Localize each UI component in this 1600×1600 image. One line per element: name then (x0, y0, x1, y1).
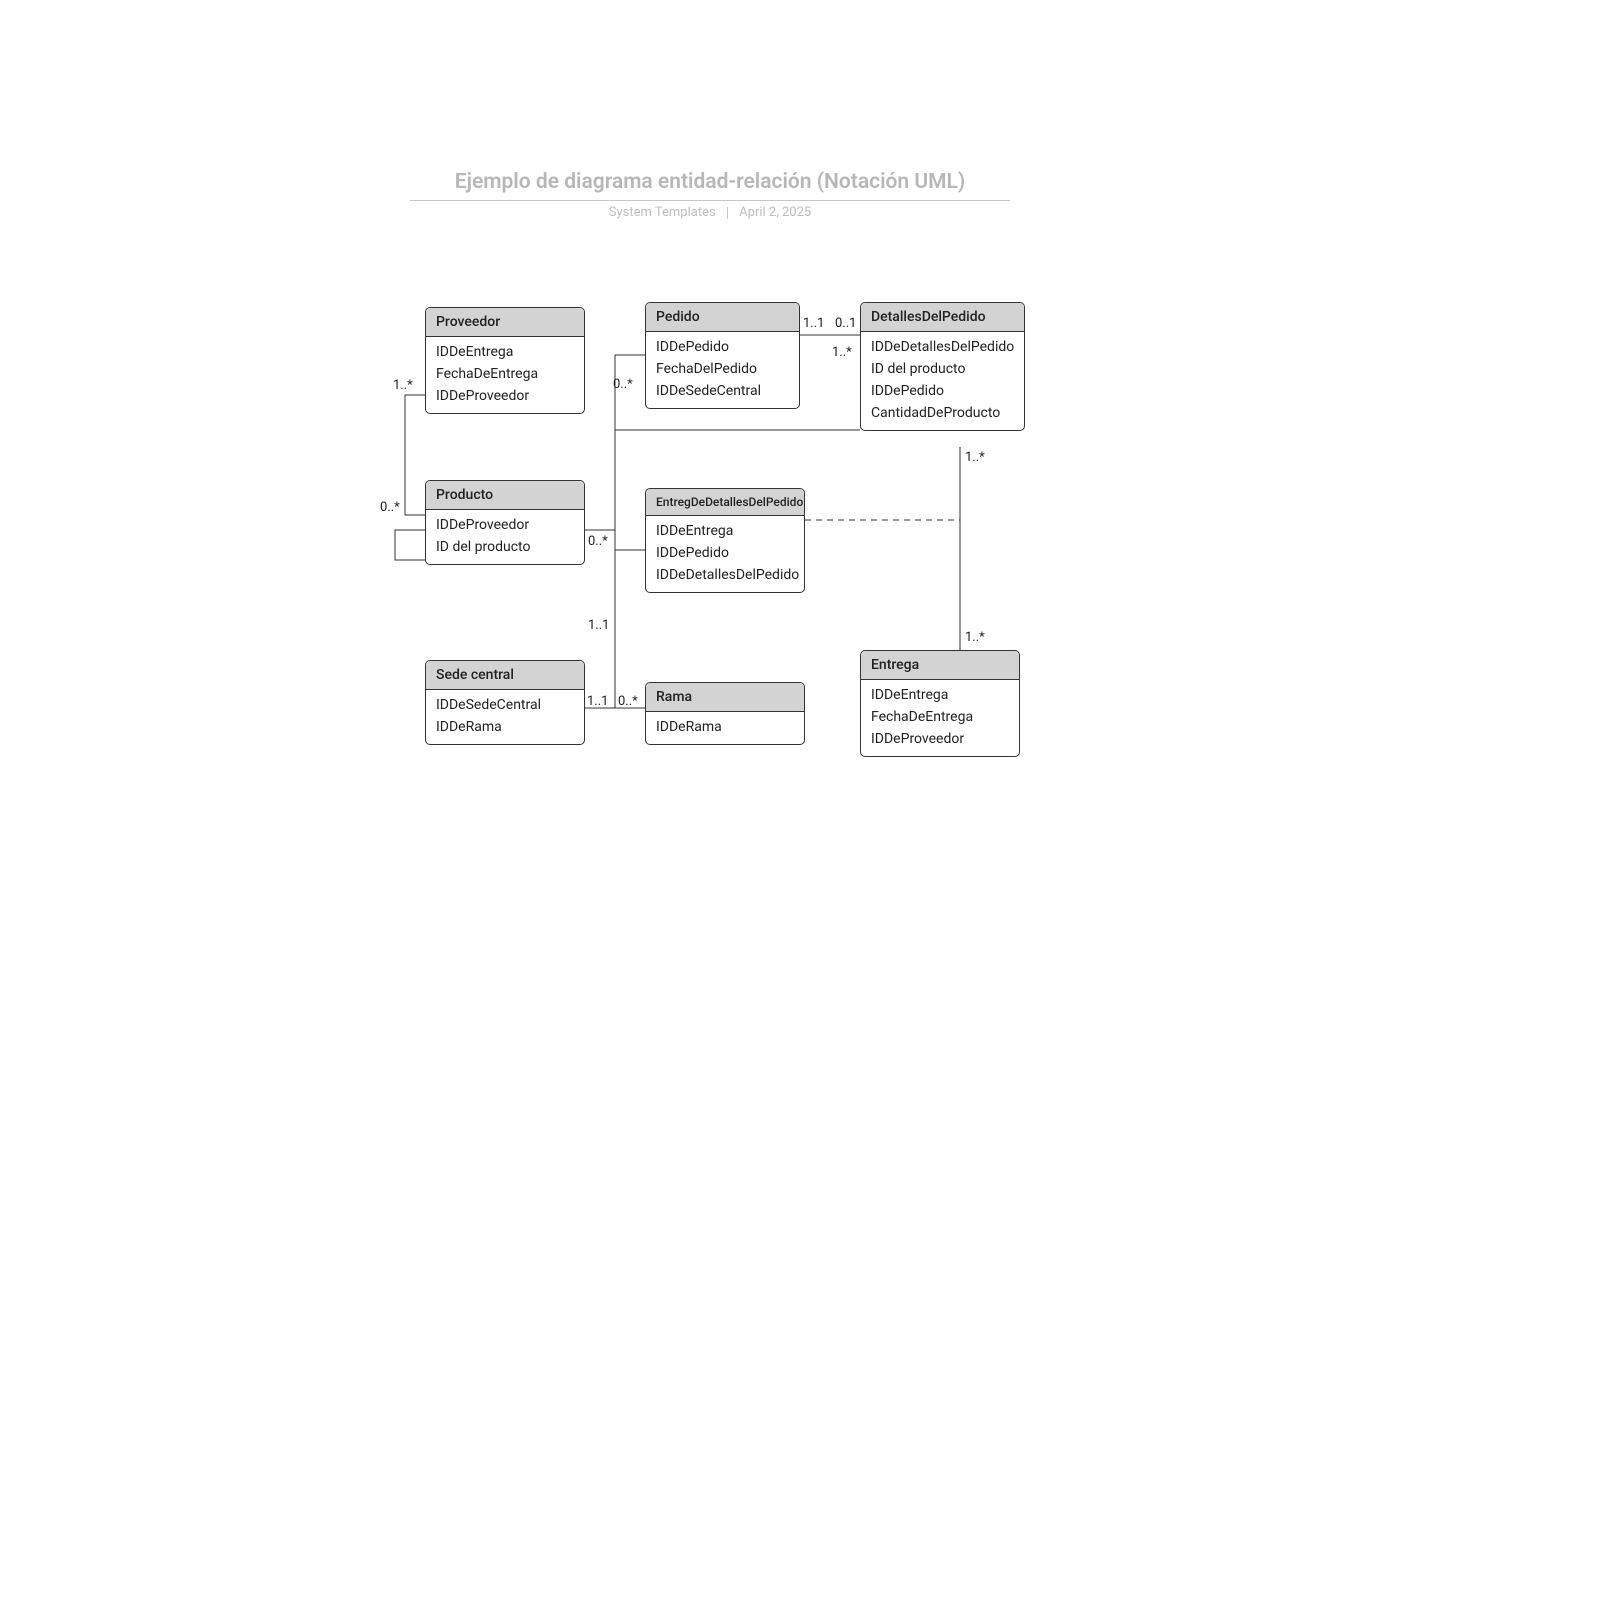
mult-detalles-bottom: 1..* (965, 450, 985, 465)
attr: IDDeSedeCentral (656, 380, 789, 402)
entity-attrs: IDDeRama (646, 712, 804, 744)
attr: IDDeEntrega (436, 341, 574, 363)
entity-detalles-del-pedido[interactable]: DetallesDelPedido IDDeDetallesDelPedido … (860, 302, 1025, 431)
entity-pedido[interactable]: Pedido IDDePedido FechaDelPedido IDDeSed… (645, 302, 800, 409)
attr: IDDeProveedor (436, 514, 574, 536)
attr: FechaDelPedido (656, 358, 789, 380)
attr: ID del producto (436, 536, 574, 558)
entity-rama[interactable]: Rama IDDeRama (645, 682, 805, 745)
mult-producto-right: 0..* (588, 534, 608, 549)
attr: CantidadDeProducto (871, 402, 1014, 424)
entity-title: Entrega (861, 651, 1019, 680)
attr: IDDePedido (656, 336, 789, 358)
attr: IDDeDetallesDelPedido (656, 564, 794, 586)
attr: ID del producto (871, 358, 1014, 380)
attr: IDDeEntrega (656, 520, 794, 542)
attr: IDDePedido (656, 542, 794, 564)
mult-pedido-right: 1..1 (803, 316, 824, 331)
entity-attrs: IDDeEntrega IDDePedido IDDeDetallesDelPe… (646, 516, 804, 592)
mult-proveedor: 1..* (393, 378, 413, 393)
entity-producto[interactable]: Producto IDDeProveedor ID del producto (425, 480, 585, 565)
mult-detalles-left: 0..1 (835, 316, 856, 331)
attr: IDDeProveedor (436, 385, 574, 407)
attr: FechaDeEntrega (871, 706, 1009, 728)
entity-attrs: IDDePedido FechaDelPedido IDDeSedeCentra… (646, 332, 799, 408)
entity-title: EntregDeDetallesDelPedido (646, 489, 804, 516)
entity-entrega[interactable]: Entrega IDDeEntrega FechaDeEntrega IDDeP… (860, 650, 1020, 757)
entity-sede-central[interactable]: Sede central IDDeSedeCentral IDDeRama (425, 660, 585, 745)
diagram-canvas: Ejemplo de diagrama entidad-relación (No… (0, 0, 1600, 1600)
entity-title: Sede central (426, 661, 584, 690)
entity-title: DetallesDelPedido (861, 303, 1024, 332)
connector-lines (0, 0, 1600, 1600)
attr: FechaDeEntrega (436, 363, 574, 385)
entity-attrs: IDDeDetallesDelPedido ID del producto ID… (861, 332, 1024, 430)
entity-title: Rama (646, 683, 804, 712)
entity-title: Proveedor (426, 308, 584, 337)
attr: IDDeEntrega (871, 684, 1009, 706)
mult-detalles-below: 1..* (832, 345, 852, 360)
entity-attrs: IDDeEntrega FechaDeEntrega IDDeProveedor (861, 680, 1019, 756)
mult-sede-top: 1..1 (588, 618, 609, 633)
entity-title: Pedido (646, 303, 799, 332)
entity-attrs: IDDeSedeCentral IDDeRama (426, 690, 584, 744)
attr: IDDeRama (436, 716, 574, 738)
mult-pedido-left: 0..* (613, 377, 633, 392)
mult-entrega-top: 1..* (965, 630, 985, 645)
attr: IDDePedido (871, 380, 1014, 402)
entity-title: Producto (426, 481, 584, 510)
entity-attrs: IDDeProveedor ID del producto (426, 510, 584, 564)
attr: IDDeSedeCentral (436, 694, 574, 716)
entity-entreg-de-detalles[interactable]: EntregDeDetallesDelPedido IDDeEntrega ID… (645, 488, 805, 593)
attr: IDDeRama (656, 716, 794, 738)
attr: IDDeProveedor (871, 728, 1009, 750)
attr: IDDeDetallesDelPedido (871, 336, 1014, 358)
entity-proveedor[interactable]: Proveedor IDDeEntrega FechaDeEntrega IDD… (425, 307, 585, 414)
entity-attrs: IDDeEntrega FechaDeEntrega IDDeProveedor (426, 337, 584, 413)
mult-sede-right: 1..1 (587, 694, 608, 709)
mult-producto-top: 0..* (380, 500, 400, 515)
mult-rama-left: 0..* (618, 694, 638, 709)
